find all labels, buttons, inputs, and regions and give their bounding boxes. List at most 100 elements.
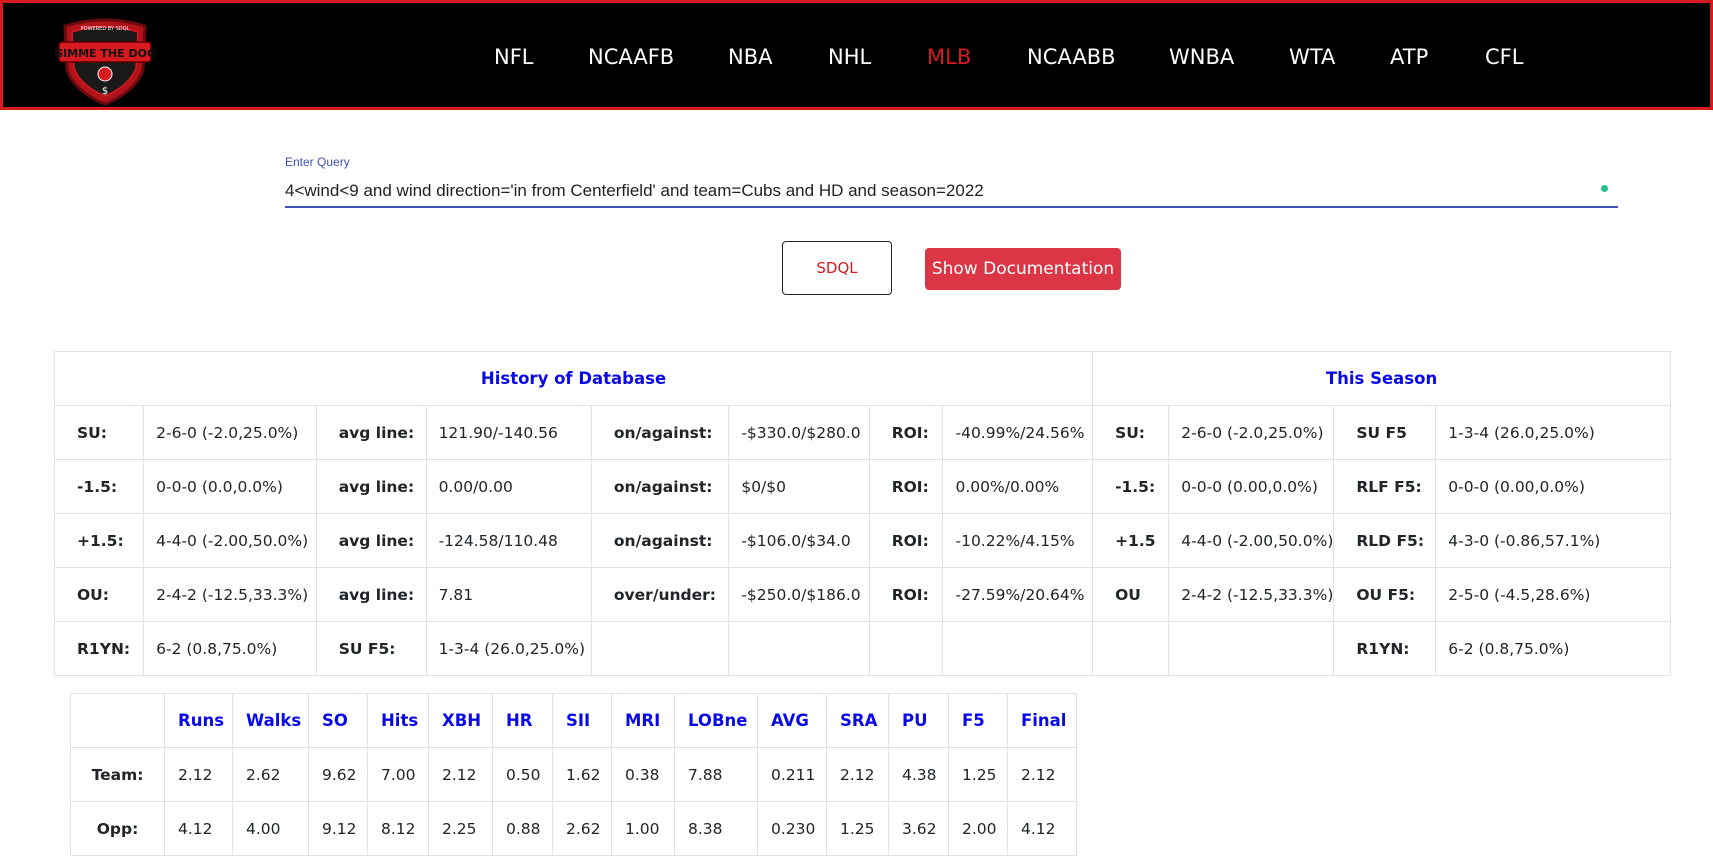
empty-cell [942, 621, 1094, 676]
nav-atp[interactable]: ATP [1390, 45, 1428, 69]
empty-cell [590, 621, 730, 676]
table-cell: 0.38 [611, 747, 675, 802]
table-cell: 1.25 [826, 801, 889, 856]
column-header-xbh: XBH [428, 693, 493, 748]
table-cell: 9.62 [308, 747, 368, 802]
sdql-button[interactable]: SDQL [782, 241, 892, 295]
nav-mlb[interactable]: MLB [927, 45, 971, 69]
table-cell: 9.12 [308, 801, 368, 856]
column-header [70, 693, 165, 748]
column-header-hr: HR [492, 693, 553, 748]
column-header-pu: PU [888, 693, 949, 748]
r1yn-label: R1YN: [53, 621, 145, 676]
season-ou-label: OU [1092, 567, 1170, 622]
avg-line-label: avg line: [315, 513, 427, 568]
roi-value: 0.00%/0.00% [942, 459, 1094, 514]
table-cell: 2.62 [232, 747, 309, 802]
table-header-row: Runs Walks SO Hits XBH HR SII MRI LOBne … [70, 693, 1077, 748]
avg-line-value: -124.58/110.48 [425, 513, 592, 568]
su-value: 2-6-0 (-2.0,25.0%) [143, 405, 317, 460]
table-header-row: History of Database This Season [53, 351, 1671, 406]
rlf-f5-label: RLF F5: [1333, 459, 1437, 514]
on-against-value: $0/$0 [728, 459, 870, 514]
table-cell: 1.62 [552, 747, 612, 802]
column-header-lobne: LOBne [674, 693, 758, 748]
minus-1-5-value: 0-0-0 (0.0,0.0%) [143, 459, 317, 514]
nav-ncaafb[interactable]: NCAAFB [588, 45, 674, 69]
su-f5-label: SU F5 [1333, 405, 1437, 460]
ou-f5-value: 2-5-0 (-4.5,28.6%) [1435, 567, 1671, 622]
table-cell: 0.50 [492, 747, 553, 802]
rld-f5-value: 4-3-0 (-0.86,57.1%) [1435, 513, 1671, 568]
season-minus-1-5-label: -1.5: [1092, 459, 1170, 514]
query-label: Enter Query [285, 155, 350, 169]
table-cell: 0.230 [757, 801, 827, 856]
nav-nfl[interactable]: NFL [494, 45, 534, 69]
over-under-value: -$250.0/$186.0 [728, 567, 870, 622]
season-r1yn-label: R1YN: [1333, 621, 1437, 676]
top-navbar: POWERED BY SDQL GIMME THE DOG $ NFL NCAA… [0, 0, 1713, 110]
sport-nav: NFL NCAAFB NBA NHL MLB NCAABB WNBA WTA A… [3, 3, 1710, 107]
roi-value: -10.22%/4.15% [942, 513, 1094, 568]
show-documentation-button[interactable]: Show Documentation [925, 248, 1121, 290]
on-against-value: -$106.0/$34.0 [728, 513, 870, 568]
results-summary-table: History of Database This Season SU: 2-6-… [53, 351, 1671, 676]
roi-label: ROI: [868, 405, 944, 460]
table-cell: 7.88 [674, 747, 758, 802]
history-of-database-heading: History of Database [53, 351, 1094, 406]
column-header-hits: Hits [367, 693, 429, 748]
table-cell: 4.12 [164, 801, 233, 856]
table-row: R1YN: 6-2 (0.8,75.0%) SU F5: 1-3-4 (26.0… [53, 621, 1671, 676]
column-header-mri: MRI [611, 693, 675, 748]
on-against-label: on/against: [590, 405, 730, 460]
nav-wnba[interactable]: WNBA [1169, 45, 1234, 69]
roi-value: -40.99%/24.56% [942, 405, 1094, 460]
plus-1-5-label: +1.5: [53, 513, 145, 568]
nav-nba[interactable]: NBA [728, 45, 772, 69]
table-cell: 2.12 [1007, 747, 1077, 802]
query-input[interactable] [285, 176, 1618, 208]
roi-value: -27.59%/20.64% [942, 567, 1094, 622]
ou-f5-label: OU F5: [1333, 567, 1437, 622]
avg-line-label: avg line: [315, 459, 427, 514]
minus-1-5-label: -1.5: [53, 459, 145, 514]
season-plus-1-5-label: +1.5 [1092, 513, 1170, 568]
nav-nhl[interactable]: NHL [828, 45, 871, 69]
table-cell: 0.88 [492, 801, 553, 856]
season-ou-value: 2-4-2 (-12.5,33.3%) [1168, 567, 1335, 622]
input-status-dot [1601, 185, 1608, 192]
nav-ncaabb[interactable]: NCAABB [1027, 45, 1116, 69]
roi-label: ROI: [868, 513, 944, 568]
empty-cell [728, 621, 870, 676]
table-cell: 2.25 [428, 801, 493, 856]
table-cell: 2.12 [164, 747, 233, 802]
ou-value: 2-4-2 (-12.5,33.3%) [143, 567, 317, 622]
empty-cell [1092, 621, 1170, 676]
on-against-label: on/against: [590, 459, 730, 514]
season-r1yn-value: 6-2 (0.8,75.0%) [1435, 621, 1671, 676]
table-row: -1.5: 0-0-0 (0.0,0.0%) avg line: 0.00/0.… [53, 459, 1671, 514]
over-under-label: over/under: [590, 567, 730, 622]
column-header-walks: Walks [232, 693, 309, 748]
su-f5-value: 1-3-4 (26.0,25.0%) [1435, 405, 1671, 460]
nav-cfl[interactable]: CFL [1485, 45, 1523, 69]
column-header-f5: F5 [948, 693, 1008, 748]
column-header-final: Final [1007, 693, 1077, 748]
table-row: Team: 2.12 2.62 9.62 7.00 2.12 0.50 1.62… [70, 747, 1077, 802]
nav-wta[interactable]: WTA [1289, 45, 1335, 69]
empty-cell [868, 621, 944, 676]
this-season-heading: This Season [1092, 351, 1671, 406]
table-cell: 1.25 [948, 747, 1008, 802]
su-f5-label: SU F5: [315, 621, 427, 676]
season-su-value: 2-6-0 (-2.0,25.0%) [1168, 405, 1335, 460]
table-cell: 2.62 [552, 801, 612, 856]
empty-cell [1168, 621, 1335, 676]
on-against-label: on/against: [590, 513, 730, 568]
avg-line-label: avg line: [315, 567, 427, 622]
plus-1-5-value: 4-4-0 (-2.00,50.0%) [143, 513, 317, 568]
ou-label: OU: [53, 567, 145, 622]
avg-line-value: 0.00/0.00 [425, 459, 592, 514]
rlf-f5-value: 0-0-0 (0.00,0.0%) [1435, 459, 1671, 514]
avg-line-value: 121.90/-140.56 [425, 405, 592, 460]
table-cell: 8.38 [674, 801, 758, 856]
